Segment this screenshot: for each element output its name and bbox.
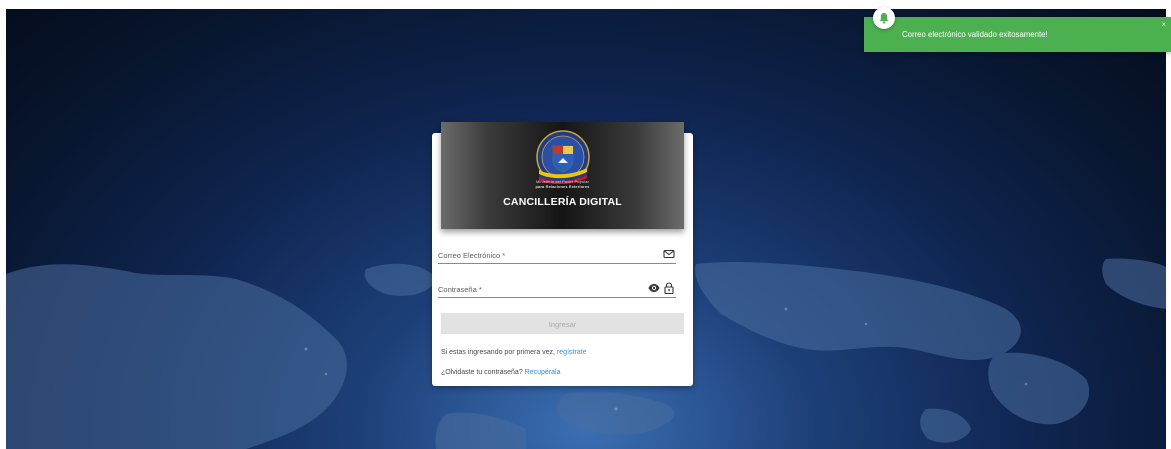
eye-icon[interactable]	[648, 282, 660, 294]
password-field[interactable]: Contraseña *	[438, 277, 676, 298]
bell-icon	[873, 7, 895, 29]
recover-prompt: ¿Olvidaste tu contraseña? Recupérala	[441, 369, 560, 376]
register-link[interactable]: regístrate	[557, 349, 587, 356]
ministry-name-line2: para Relaciones Exteriores	[535, 184, 590, 189]
email-field[interactable]: Correo Electrónico *	[438, 243, 676, 264]
mail-icon	[663, 249, 675, 259]
app-title: CANCILLERÍA DIGITAL	[503, 196, 622, 208]
toast-close-button[interactable]: ×	[1161, 20, 1166, 29]
success-toast: Correo electrónico validado exitosamente…	[864, 17, 1171, 52]
lock-icon	[664, 282, 674, 294]
register-text: Si estas ingresando por primera vez,	[441, 349, 555, 356]
password-label: Contraseña *	[438, 285, 482, 294]
recover-link[interactable]: Recupérala	[525, 369, 561, 376]
card-header: Ministerio del Poder Popular para Relaci…	[441, 122, 684, 229]
toast-message: Correo electrónico validado exitosamente…	[902, 30, 1048, 39]
ministry-seal-logo	[536, 130, 590, 184]
register-prompt: Si estas ingresando por primera vez, reg…	[441, 349, 587, 356]
email-label: Correo Electrónico *	[438, 251, 506, 260]
recover-text: ¿Olvidaste tu contraseña?	[441, 369, 523, 376]
login-button[interactable]: Ingresar	[441, 313, 684, 334]
